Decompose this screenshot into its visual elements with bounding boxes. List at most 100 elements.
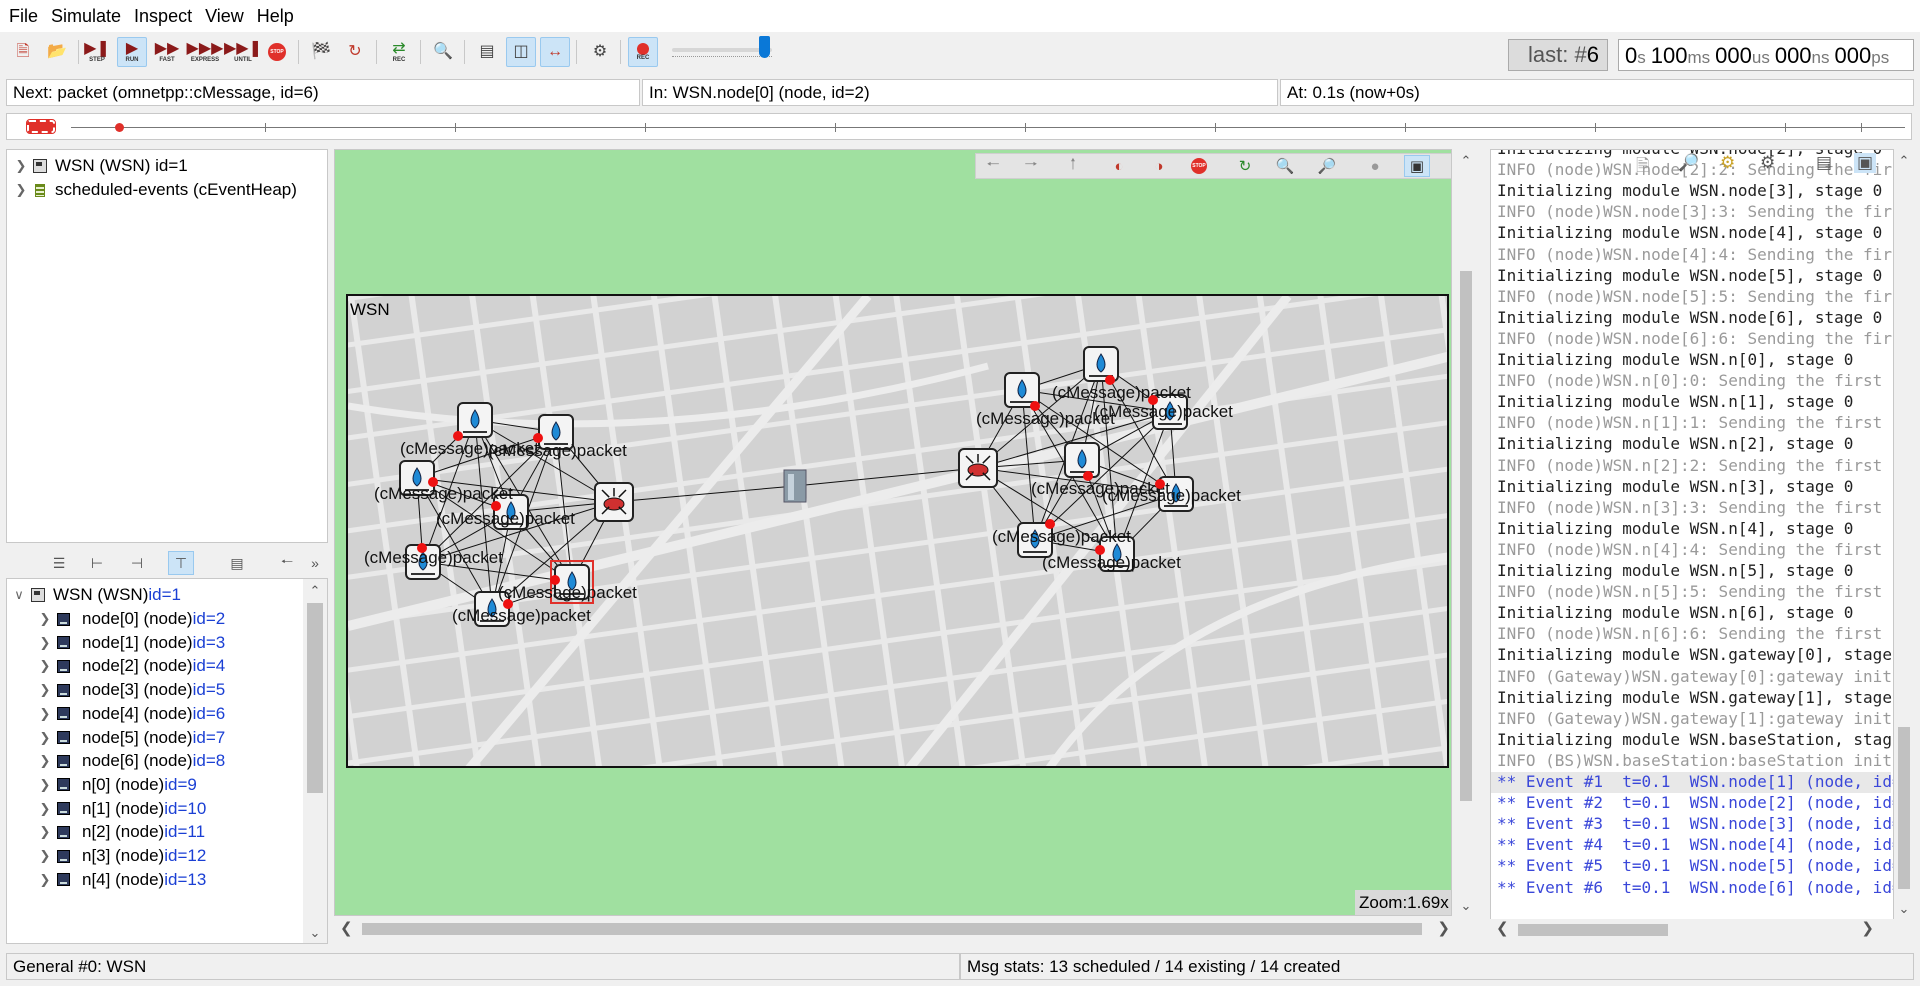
forward-icon[interactable]: 🠒 [1018,155,1044,177]
eventlog-rec-icon[interactable]: ⇄ REC [384,37,414,67]
module-tree-item[interactable]: ❯ n[3] (node) id=12 [37,844,207,868]
base-station-icon[interactable] [783,469,807,503]
chevron-right-icon[interactable]: ❯ [37,635,53,651]
chevron-right-icon[interactable]: ❯ [37,777,53,793]
layout-vertical-icon[interactable]: ◫ [506,37,536,67]
chevron-right-icon[interactable]: ❯ [37,753,53,769]
chevron-right-icon[interactable]: ❯ [13,182,29,198]
chevron-right-icon[interactable]: ❯ [1861,919,1874,937]
settings-gear-icon[interactable]: ⚙ [585,37,615,67]
children-mode-icon[interactable]: ☰ [46,551,72,575]
module-tree-item[interactable]: ❯ n[1] (node) id=10 [37,797,207,821]
finish-flag-icon[interactable]: 🏁 [306,37,336,67]
stop-button[interactable]: STOP [262,37,292,67]
stop-icon[interactable]: STOP [1186,155,1212,177]
chevron-right-icon[interactable]: ❯ [37,611,53,627]
zoom-out-icon[interactable]: 🔎 [1314,155,1340,177]
module-tree-item[interactable]: ❯ n[2] (node) id=11 [37,820,206,844]
rebuild-icon[interactable]: ↻ [340,37,370,67]
more-icon[interactable]: » [302,551,328,575]
menu-view[interactable]: View [202,6,254,27]
gateway-1-icon[interactable] [958,448,998,488]
menu-file[interactable]: File [6,6,48,27]
layout-horizontal-icon[interactable]: ▤ [472,37,502,67]
chevron-right-icon[interactable]: ❯ [37,706,53,722]
tree-mode-icon[interactable]: ⊢ [84,551,110,575]
log-mode-icon[interactable]: ▣ [1854,153,1877,173]
chevron-down-icon[interactable]: ⌄ [1456,898,1476,914]
canvas-horizontal-scrollbar[interactable]: ❮ ❯ [334,919,1456,939]
express-button[interactable]: ▶▶▶ EXPRESS [187,37,224,67]
timeline-toggle-icon[interactable]: ↔ [540,37,570,67]
relayout-icon[interactable]: ↻ [1232,155,1258,177]
log-vertical-scrollbar[interactable]: ⌃ ⌄ [1894,149,1914,919]
settings-gear-icon[interactable]: ⚙ [1760,153,1775,173]
chevron-down-icon[interactable]: ⌄ [1894,901,1914,917]
open-ini-icon[interactable]: 📂 [42,37,72,67]
chevron-right-icon[interactable]: ❯ [13,158,29,174]
log-horizontal-scrollbar[interactable]: ❮ ❯ [1490,919,1894,941]
back-icon[interactable]: 🠐 [980,155,1006,177]
scroll-thumb[interactable] [362,923,1422,935]
module-tree-item[interactable]: ❯ n[4] (node) id=13 [37,868,207,892]
module-tree-item[interactable]: ❯ node[1] (node) id=3 [37,631,226,655]
canvas-vertical-scrollbar[interactable]: ⌃ ⌄ [1456,149,1476,916]
zoom-in-icon[interactable]: 🔍 [1272,155,1298,177]
speed-slider[interactable] [672,48,772,52]
chevron-left-icon[interactable]: ❮ [1496,919,1509,937]
copy-icon[interactable]: 🗎 [1636,153,1650,182]
module-tree-item[interactable]: ❯ node[5] (node) id=7 [37,726,226,750]
chevron-up-icon[interactable]: ⌃ [1894,153,1914,169]
module-tree-scrollbar[interactable]: ⌃ ⌄ [303,579,327,943]
module-tree-item[interactable]: ❯ node[3] (node) id=5 [37,678,226,702]
flat-mode-icon[interactable]: ⊣ [124,551,150,575]
chevron-right-icon[interactable]: ❯ [37,682,53,698]
find-icon[interactable]: 🔎 [1678,153,1699,173]
scroll-thumb[interactable] [1518,924,1668,936]
chevron-up-icon[interactable]: ⌃ [303,583,327,599]
menu-help[interactable]: Help [254,6,304,27]
run-button[interactable]: ▶ RUN [117,37,147,67]
chevron-right-icon[interactable]: ❯ [1437,919,1450,937]
list-mode-icon[interactable]: ▤ [224,551,250,575]
filter-icon[interactable]: ⚙ [1720,153,1735,173]
new-network-icon[interactable]: 🗎 [8,37,38,67]
module-tree-item[interactable]: ❯ node[4] (node) id=6 [37,702,226,726]
find-icon[interactable]: 🔍 [428,37,458,67]
fast-button[interactable]: ▶▶ FAST [152,37,182,67]
network-canvas[interactable]: 🠐 🠒 🠑 ◐ ◑ STOP ↻ 🔍 🔎 ● ▣ WSN (cMessage)p… [334,149,1452,916]
record-button[interactable]: REC [628,37,658,67]
sensor-node-icon[interactable] [457,402,493,438]
timeline-event-marker[interactable] [115,123,124,132]
scroll-thumb[interactable] [1460,271,1472,801]
chevron-up-icon[interactable]: ⌃ [1456,153,1476,169]
sensor-node-icon[interactable] [1083,346,1119,382]
animation-faster-icon[interactable]: ◑ [1146,155,1172,177]
show-names-icon[interactable]: ● [1362,155,1388,177]
module-tree-root[interactable]: ∨ WSN (WSN) id=1 [11,583,181,607]
tree-item-scheduled-events[interactable]: ❯ scheduled-events (cEventHeap) [13,178,297,202]
sensor-node-icon[interactable] [1064,442,1100,478]
back-arrow-icon[interactable]: 🠐 [274,551,300,575]
scroll-thumb[interactable] [1898,727,1910,889]
log-viewer[interactable]: Initializing module WSN.node[2], stage 0… [1490,149,1894,941]
animation-slower-icon[interactable]: ◐ [1106,155,1132,177]
chevron-right-icon[interactable]: ❯ [37,824,53,840]
chevron-right-icon[interactable]: ❯ [37,658,53,674]
module-tree-item[interactable]: ❯ node[2] (node) id=4 [37,654,226,678]
inheritance-mode-icon[interactable]: ⊤ [168,551,194,575]
gateway-0-icon[interactable] [594,482,634,522]
menu-simulate[interactable]: Simulate [48,6,131,27]
module-tree-item[interactable]: ❯ node[6] (node) id=8 [37,749,226,773]
timeline[interactable] [6,113,1912,140]
tree-item-wsn[interactable]: ❯ WSN (WSN) id=1 [13,154,188,178]
chevron-down-icon[interactable]: ∨ [11,587,27,603]
chevron-right-icon[interactable]: ❯ [37,730,53,746]
until-button[interactable]: ▶▶❚ UNTIL [224,37,262,67]
chevron-left-icon[interactable]: ❮ [340,919,353,937]
module-tree-item[interactable]: ❯ node[0] (node) id=2 [37,607,226,631]
timeline-current-events[interactable] [26,119,56,134]
chevron-right-icon[interactable]: ❯ [37,801,53,817]
menu-inspect[interactable]: Inspect [131,6,202,27]
speed-slider-thumb[interactable] [759,36,770,58]
